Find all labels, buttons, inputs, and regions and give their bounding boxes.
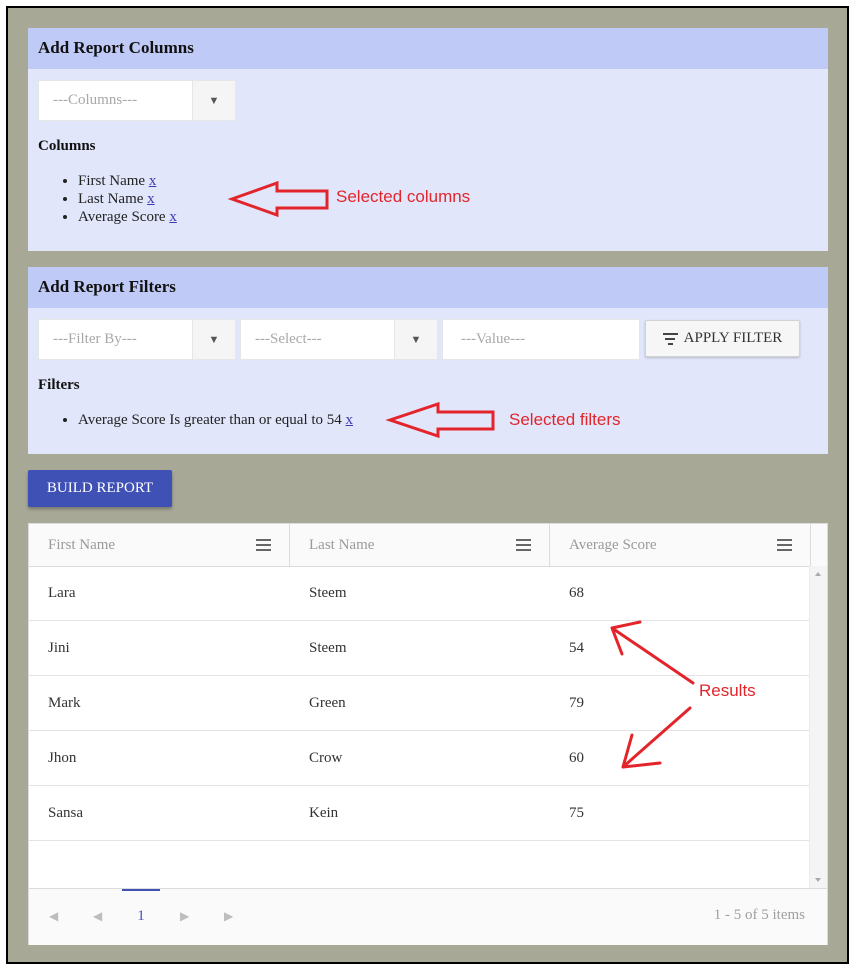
annotation-results: Results bbox=[699, 681, 756, 700]
annotation-selected-filters: Selected filters bbox=[509, 410, 621, 429]
arrow-columns bbox=[227, 180, 329, 218]
arrow-results-up bbox=[610, 620, 695, 685]
arrow-filters bbox=[385, 401, 495, 439]
annotation-arrows bbox=[227, 180, 695, 769]
annotation-selected-columns: Selected columns bbox=[336, 187, 471, 206]
arrow-results-down bbox=[621, 706, 692, 769]
